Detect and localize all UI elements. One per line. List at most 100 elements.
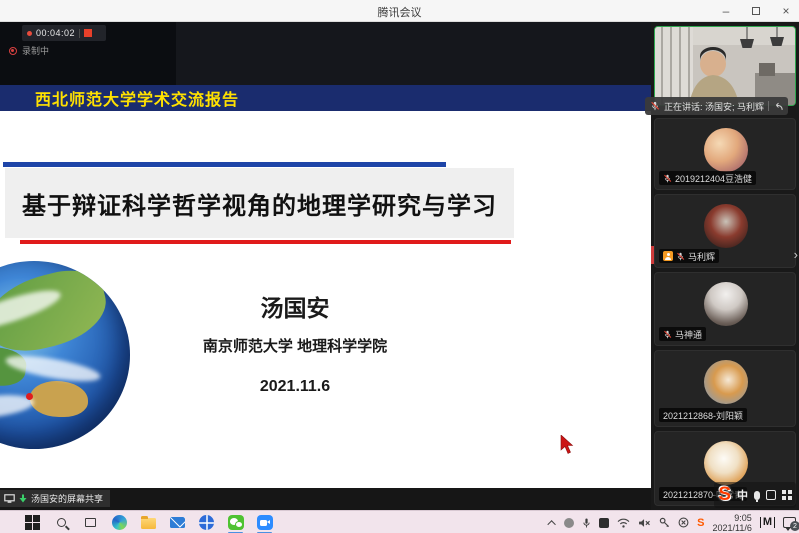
slide-banner: 西北师范大学学术交流报告 [0,85,651,111]
cloud-icon [564,518,574,528]
file-explorer-button[interactable] [140,514,157,531]
browser-globe-button[interactable] [198,514,215,531]
slide-title-box: 基于辩证科学哲学视角的地理学研究与学习 [5,168,514,238]
ime-language-toggle[interactable]: 中 [737,487,748,503]
speaker-video-feed [655,27,795,105]
edge-icon [112,515,127,530]
wifi-icon [617,518,630,528]
participant-tile[interactable]: 马神通 [654,272,796,346]
meeting-window: 腾讯会议 – × 00:04:02 录制中 西北师范大学学术交流报告 [0,0,799,533]
wechat-button[interactable] [227,514,244,531]
recording-dot-icon [27,31,32,36]
participant-tile[interactable]: 2021212868-刘阳颖 [654,350,796,427]
record-icon [9,47,17,55]
windows-logo-icon [25,515,40,530]
screen-share-label: 汤国安的屏幕共享 [31,492,103,505]
mail-icon [170,517,185,528]
green-arrow-icon [19,494,27,503]
system-tray: S 9:05 2021/11/6 M 2 [550,511,796,533]
recording-status-label: 录制中 [22,44,49,57]
windows-taskbar: S 9:05 2021/11/6 M 2 [0,510,799,533]
avatar [704,441,748,485]
onedrive-tray-button[interactable] [564,518,574,528]
shared-screen: 00:04:02 录制中 西北师范大学学术交流报告 基于辩证科学哲学视角的地理学… [0,22,651,510]
divider [79,29,80,38]
mic-muted-icon [663,330,672,339]
sogou-logo-icon[interactable]: S [718,484,731,506]
shared-desktop-band: 00:04:02 录制中 [0,22,651,85]
participant-name: 2019212404豆浩健 [675,172,752,185]
mic-tray-button[interactable] [582,517,591,529]
stop-recording-button[interactable] [84,29,92,37]
sogou-tray-button[interactable]: S [697,517,704,529]
collapse-panel-chevron[interactable]: › [794,247,798,262]
app-tray-icon [599,518,609,528]
banner-text: 西北师范大学学术交流报告 [35,86,239,110]
ime-mic-icon[interactable] [754,491,760,500]
tray-date: 2021/11/6 [712,523,751,533]
close-button[interactable]: × [779,4,793,18]
ime-m-icon: M [760,517,775,528]
meeting-camera-icon [257,515,273,530]
volume-tray-button[interactable] [638,518,651,528]
host-icon [663,251,673,261]
minimize-button[interactable]: – [719,4,733,18]
participants-panel: 正在讲话: 汤国安; 马利辉 2019212404豆浩健 马 [651,22,799,510]
recording-status-row: 录制中 [9,44,49,57]
app-tray-button[interactable] [599,518,609,528]
speaker-video-tile[interactable] [654,26,796,106]
screen-share-chip[interactable]: 汤国安的屏幕共享 [0,490,110,507]
participant-tile[interactable]: 2019212404豆浩健 [654,118,796,190]
mail-button[interactable] [169,514,186,531]
window-titlebar: 腾讯会议 – × [0,0,799,22]
participant-tile[interactable]: 马利辉 [654,194,796,268]
sogou-s-icon: S [697,517,704,529]
volume-muted-icon [638,518,651,528]
reply-arrow-icon[interactable] [773,102,783,111]
wechat-icon [228,515,244,530]
participant-name-chip: 2021212868-刘阳颖 [659,408,747,422]
start-button[interactable] [24,514,41,531]
ime-indicator-button[interactable]: M [760,517,775,528]
speaking-indicator: 正在讲话: 汤国安; 马利辉 [645,97,788,115]
presentation-slide: 基于辩证科学哲学视角的地理学研究与学习 汤国安 南京师范大学 地理科学学院 20… [0,111,651,488]
avatar [704,360,748,404]
ime-keyboard-icon[interactable] [766,490,776,500]
folder-icon [141,518,156,529]
divider [768,101,769,111]
slide-title: 基于辩证科学哲学视角的地理学研究与学习 [22,186,497,221]
mic-muted-icon [650,101,660,111]
key-icon [659,517,670,528]
globe-icon [199,515,214,530]
tencent-meeting-button[interactable] [256,514,273,531]
edge-browser-button[interactable] [111,514,128,531]
action-center-button[interactable]: 2 [783,517,796,528]
clock[interactable]: 9:05 2021/11/6 [712,513,751,533]
ime-toolbar[interactable]: S 中 [714,482,796,508]
recording-timer-box: 00:04:02 [22,25,106,41]
title-bottom-rule [20,240,511,244]
network-tray-button[interactable] [617,518,630,528]
ime-menu-icon[interactable] [782,490,792,500]
avatar [704,128,748,172]
task-view-button[interactable] [82,514,99,531]
presenter-name: 汤国安 [60,289,530,323]
maximize-icon [752,7,760,15]
task-view-icon [85,518,96,527]
window-title: 腾讯会议 [0,4,799,20]
taskbar-search-button[interactable] [53,514,70,531]
status-tray-button[interactable] [678,517,689,528]
maximize-button[interactable] [749,4,763,18]
vpn-tray-button[interactable] [659,517,670,528]
participant-name-chip: 马利辉 [659,249,719,263]
participant-name: 2021212868-刘阳颖 [663,409,743,422]
title-top-rule [3,162,446,167]
monitor-icon [4,494,15,504]
panel-alert-handle [651,246,654,264]
show-hidden-icons-button[interactable] [550,520,556,526]
close-circle-icon [678,517,689,528]
avatar [704,282,748,326]
mic-muted-icon [676,252,685,261]
mic-muted-icon [663,174,672,183]
map-pin-icon [26,393,33,400]
